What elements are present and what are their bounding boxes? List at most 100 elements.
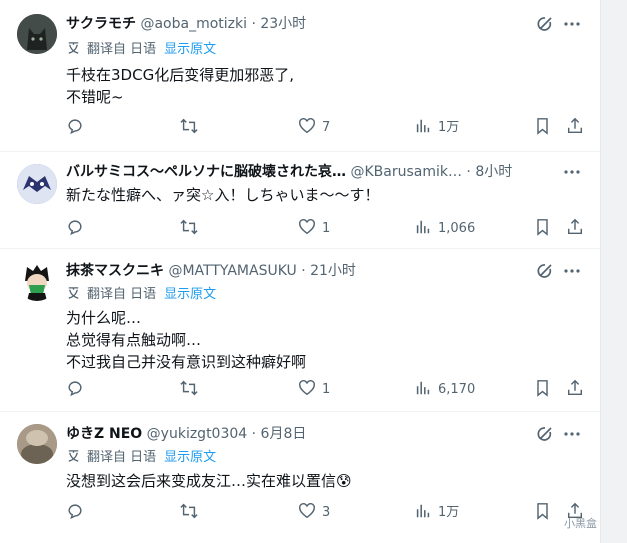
timestamp[interactable]: · 6月8日 — [252, 426, 307, 442]
tweet-header: 抹茶マスクニキ @MATTYAMASUKU · 21小时 — [66, 261, 556, 281]
bookmark-button[interactable] — [534, 117, 551, 139]
views-button[interactable]: 6,170 — [414, 379, 475, 401]
share-icon — [567, 379, 583, 396]
retweet-icon — [180, 219, 198, 235]
grok-icon[interactable] — [536, 14, 556, 34]
character-avatar-icon — [17, 164, 57, 204]
user-handle[interactable]: @yukizgt0304 — [147, 426, 248, 442]
user-handle[interactable]: @KBarusamik… — [350, 164, 462, 180]
display-name[interactable]: サクラモチ — [66, 16, 136, 32]
like-button[interactable]: 7 — [298, 117, 330, 139]
retweet-button[interactable] — [179, 218, 199, 240]
display-name[interactable]: 抹茶マスクニキ — [66, 263, 164, 279]
tweet-text-line: 新たな性癖へ、ァ突☆入！しちゃいま〜〜す！ — [66, 186, 380, 204]
views-chart-icon — [416, 119, 430, 133]
tweet-text-line: 总觉得有点触动啊… — [66, 331, 202, 349]
reply-icon — [68, 119, 82, 135]
watermark: 小黑盒 — [564, 517, 597, 530]
bookmark-icon — [537, 219, 548, 236]
views-chart-icon — [416, 504, 430, 518]
like-button[interactable]: 1 — [298, 379, 330, 401]
more-options-icon[interactable] — [562, 424, 582, 444]
timestamp[interactable]: · 21小时 — [301, 263, 356, 279]
user-handle[interactable]: @MATTYAMASUKU — [168, 263, 296, 279]
bookmark-button[interactable] — [534, 502, 551, 524]
tweet-text: 千枝在3DCG化后变得更加邪恶了, 不错呢~ — [66, 64, 556, 108]
more-options-icon[interactable] — [562, 261, 582, 281]
like-count: 1 — [322, 382, 331, 397]
retweet-button[interactable] — [179, 117, 199, 139]
share-icon — [567, 117, 583, 134]
tweet-actions: 1 1,066 — [58, 218, 588, 240]
tweet-header: バルサミコス〜ペルソナに脳破壊された哀… @KBarusamik… · 8小时 — [66, 162, 556, 182]
view-count: 1,066 — [438, 221, 476, 236]
display-name[interactable]: ゆきZ NEO — [66, 426, 142, 442]
bookmark-icon — [537, 118, 548, 135]
translate-icon — [68, 450, 79, 462]
translate-icon — [68, 42, 79, 54]
share-button[interactable] — [566, 117, 584, 139]
reply-icon — [68, 220, 82, 236]
tweet-header: ゆきZ NEO @yukizgt0304 · 6月8日 — [66, 424, 556, 444]
bookmark-icon — [537, 503, 548, 520]
avatar[interactable] — [17, 424, 57, 464]
heart-icon — [299, 118, 315, 134]
masked-character-avatar-icon — [17, 261, 57, 301]
avatar[interactable] — [17, 261, 57, 301]
views-button[interactable]: 1,066 — [414, 218, 475, 240]
retweet-button[interactable] — [179, 379, 199, 401]
reply-button[interactable] — [66, 502, 84, 524]
translation-label: 翻译自 日语 — [87, 450, 157, 465]
tweet-text: 为什么呢… 总觉得有点触动啊… 不过我自己并没有意识到这种癖好啊 — [66, 307, 556, 373]
view-count: 6,170 — [438, 382, 476, 397]
like-button[interactable]: 1 — [298, 218, 330, 240]
tweet-actions: 3 1万 — [58, 502, 588, 524]
reply-button[interactable] — [66, 117, 84, 139]
tweet-header: サクラモチ @aoba_motizki · 23小时 — [66, 14, 556, 34]
show-original-link[interactable]: 显示原文 — [164, 287, 216, 302]
share-icon — [567, 218, 583, 235]
views-button[interactable]: 1万 — [414, 117, 459, 139]
translation-label: 翻译自 日语 — [87, 42, 157, 57]
show-original-link[interactable]: 显示原文 — [164, 450, 216, 465]
tweet[interactable]: サクラモチ @aoba_motizki · 23小时 翻译自 日语 显示原文 千枝… — [0, 0, 600, 152]
timestamp[interactable]: · 23小时 — [251, 16, 306, 32]
share-button[interactable] — [566, 379, 584, 401]
avatar[interactable] — [17, 14, 57, 54]
tweet[interactable]: 抹茶マスクニキ @MATTYAMASUKU · 21小时 翻译自 日语 显示原文 … — [0, 249, 600, 412]
tweet-text-line: 不过我自己并没有意识到这种癖好啊 — [66, 353, 307, 371]
display-name[interactable]: バルサミコス〜ペルソナに脳破壊された哀… — [66, 164, 346, 180]
tweet-text-line: 不错呢~ — [66, 88, 124, 106]
bookmark-button[interactable] — [534, 218, 551, 240]
timestamp[interactable]: · 8小时 — [466, 164, 512, 180]
avatar[interactable] — [17, 164, 57, 204]
tweet-text-line: 为什么呢… — [66, 309, 142, 327]
retweet-icon — [180, 503, 198, 519]
cat-avatar-icon — [17, 14, 57, 54]
view-count: 1万 — [438, 120, 460, 135]
user-handle[interactable]: @aoba_motizki — [140, 16, 247, 32]
like-count: 7 — [322, 120, 331, 135]
tweet-text-line: 没想到这会后来变成友江…实在难以置信😰 — [66, 472, 352, 490]
photo-avatar-icon — [17, 424, 57, 464]
views-chart-icon — [416, 220, 430, 234]
tweet-text-line: 千枝在3DCG化后变得更加邪恶了, — [66, 66, 294, 84]
like-count: 1 — [322, 221, 331, 236]
timeline: サクラモチ @aoba_motizki · 23小时 翻译自 日语 显示原文 千枝… — [0, 0, 600, 543]
tweet[interactable]: ゆきZ NEO @yukizgt0304 · 6月8日 翻译自 日语 显示原文 没… — [0, 412, 600, 543]
reply-button[interactable] — [66, 379, 84, 401]
retweet-icon — [180, 380, 198, 396]
show-original-link[interactable]: 显示原文 — [164, 42, 216, 57]
more-options-icon[interactable] — [562, 162, 582, 182]
tweet[interactable]: バルサミコス〜ペルソナに脳破壊された哀… @KBarusamik… · 8小时 … — [0, 152, 600, 249]
views-button[interactable]: 1万 — [414, 502, 459, 524]
like-button[interactable]: 3 — [298, 502, 330, 524]
more-options-icon[interactable] — [562, 14, 582, 34]
reply-button[interactable] — [66, 218, 84, 240]
share-button[interactable] — [566, 218, 584, 240]
bookmark-button[interactable] — [534, 379, 551, 401]
grok-icon[interactable] — [536, 424, 556, 444]
grok-icon[interactable] — [536, 261, 556, 281]
like-count: 3 — [322, 505, 331, 520]
retweet-button[interactable] — [179, 502, 199, 524]
